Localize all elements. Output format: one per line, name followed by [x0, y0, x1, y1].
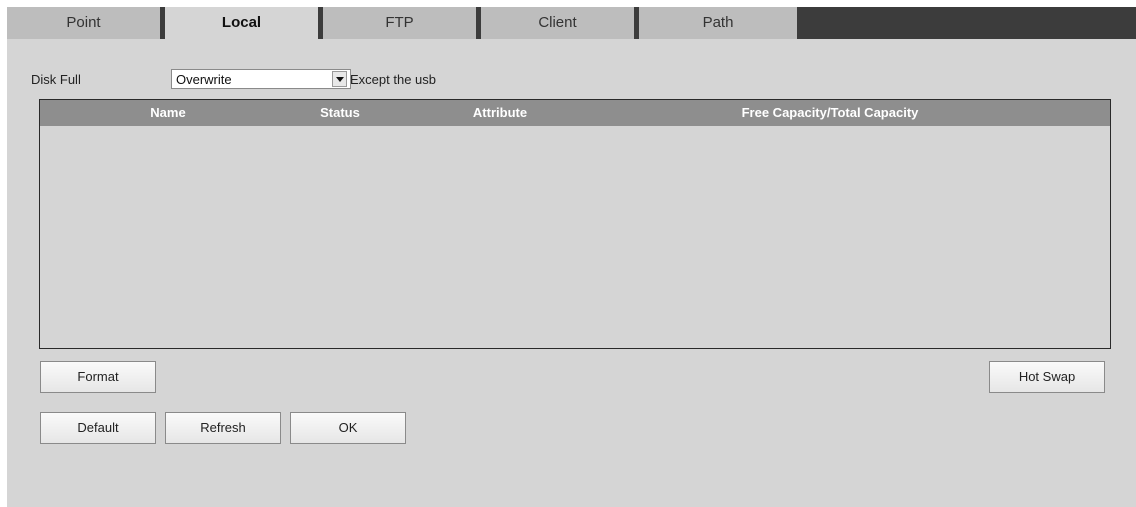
column-header-name: Name [150, 105, 186, 120]
format-button[interactable]: Format [40, 361, 156, 393]
dropdown-arrow-icon[interactable] [332, 71, 347, 87]
tab-client[interactable]: Client [481, 7, 639, 39]
tab-path[interactable]: Path [639, 7, 797, 39]
table-header: Name Status Attribute Free Capacity/Tota… [40, 100, 1110, 126]
disk-full-selected-value: Overwrite [176, 72, 232, 87]
disk-table: Name Status Attribute Free Capacity/Tota… [39, 99, 1111, 349]
tab-local[interactable]: Local [165, 7, 323, 39]
table-body [40, 126, 1110, 348]
default-button[interactable]: Default [40, 412, 156, 444]
hot-swap-button[interactable]: Hot Swap [989, 361, 1105, 393]
tab-ftp[interactable]: FTP [323, 7, 481, 39]
tab-bar: Point Local FTP Client Path [7, 7, 1136, 39]
ok-button[interactable]: OK [290, 412, 406, 444]
disk-full-note: Except the usb [350, 72, 436, 87]
column-header-capacity: Free Capacity/Total Capacity [741, 105, 919, 120]
disk-full-select[interactable]: Overwrite [171, 69, 351, 89]
storage-settings-panel: Point Local FTP Client Path Disk Full Ov… [7, 7, 1136, 507]
column-header-attribute: Attribute [472, 105, 528, 120]
tab-point[interactable]: Point [7, 7, 165, 39]
column-header-status: Status [320, 105, 360, 120]
refresh-button[interactable]: Refresh [165, 412, 281, 444]
disk-full-label: Disk Full [31, 72, 81, 87]
